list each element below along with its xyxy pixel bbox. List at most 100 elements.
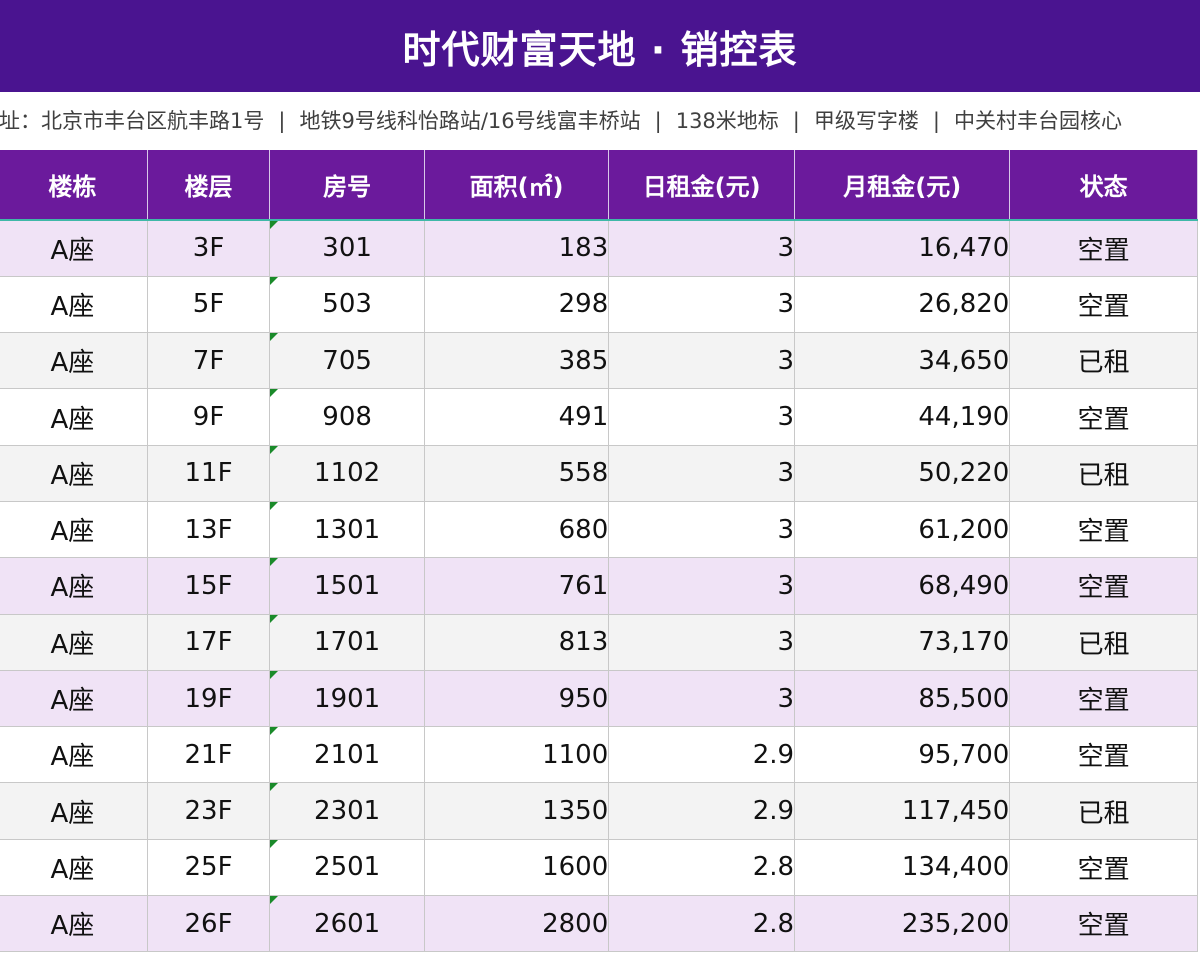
cell-status[interactable]: 已租 (1009, 614, 1198, 671)
cell-status[interactable]: 已租 (1009, 332, 1198, 390)
cell-monthly-rent[interactable]: 68,490 (794, 557, 1011, 615)
cell-status[interactable]: 空置 (1009, 220, 1198, 277)
cell-floor[interactable]: 5F (147, 276, 271, 334)
cell-building[interactable]: A座 (0, 670, 148, 728)
cell-status[interactable]: 空置 (1009, 501, 1198, 559)
cell-building[interactable]: A座 (0, 332, 148, 390)
cell-area[interactable]: 950 (424, 670, 610, 728)
cell-monthly-rent[interactable]: 95,700 (794, 726, 1011, 784)
cell-daily-rent[interactable]: 3 (608, 388, 796, 446)
cell-area[interactable]: 183 (424, 220, 610, 277)
cell-room[interactable]: 301 (269, 220, 425, 277)
cell-area[interactable]: 680 (424, 501, 610, 559)
cell-daily-rent[interactable]: 3 (608, 220, 796, 277)
cell-room[interactable]: 2301 (269, 782, 425, 840)
cell-daily-rent[interactable]: 3 (608, 614, 796, 671)
cell-daily-rent[interactable]: 3 (608, 332, 796, 390)
cell-floor[interactable]: 7F (147, 332, 271, 390)
cell-floor[interactable]: 17F (147, 614, 271, 671)
cell-floor[interactable]: 13F (147, 501, 271, 559)
sheet-title[interactable]: 时代财富天地 · 销控表 (403, 19, 798, 74)
cell-room[interactable]: 503 (269, 276, 425, 334)
cell-daily-rent[interactable]: 3 (608, 501, 796, 559)
cell-area[interactable]: 558 (424, 445, 610, 502)
cell-area[interactable]: 1350 (424, 782, 610, 840)
cell-building[interactable]: A座 (0, 388, 148, 446)
cell-monthly-rent[interactable]: 85,500 (794, 670, 1011, 728)
cell-building[interactable]: A座 (0, 614, 148, 671)
cell-room[interactable]: 1301 (269, 501, 425, 559)
cell-room[interactable]: 2101 (269, 726, 425, 784)
header-room[interactable]: 房号 (269, 150, 425, 221)
cell-monthly-rent[interactable]: 26,820 (794, 276, 1011, 334)
header-status[interactable]: 状态 (1009, 150, 1198, 221)
cell-floor[interactable]: 9F (147, 388, 271, 446)
cell-daily-rent[interactable]: 3 (608, 557, 796, 615)
cell-floor[interactable]: 19F (147, 670, 271, 728)
cell-room[interactable]: 1701 (269, 614, 425, 671)
cell-building[interactable]: A座 (0, 445, 148, 502)
cell-area[interactable]: 813 (424, 614, 610, 671)
cell-monthly-rent[interactable]: 44,190 (794, 388, 1011, 446)
cell-building[interactable]: A座 (0, 276, 148, 334)
cell-area[interactable]: 2800 (424, 895, 610, 953)
cell-floor[interactable]: 26F (147, 895, 271, 953)
cell-room[interactable]: 1102 (269, 445, 425, 502)
cell-monthly-rent[interactable]: 50,220 (794, 445, 1011, 502)
cell-area[interactable]: 298 (424, 276, 610, 334)
cell-daily-rent[interactable]: 3 (608, 445, 796, 502)
cell-building[interactable]: A座 (0, 726, 148, 784)
cell-area[interactable]: 1100 (424, 726, 610, 784)
cell-area[interactable]: 491 (424, 388, 610, 446)
cell-daily-rent[interactable]: 3 (608, 670, 796, 728)
header-area[interactable]: 面积(㎡) (424, 150, 610, 221)
cell-room[interactable]: 908 (269, 388, 425, 446)
cell-status[interactable]: 空置 (1009, 670, 1198, 728)
cell-status[interactable]: 空置 (1009, 726, 1198, 784)
cell-building[interactable]: A座 (0, 839, 148, 897)
cell-building[interactable]: A座 (0, 782, 148, 840)
cell-area[interactable]: 1600 (424, 839, 610, 897)
cell-area[interactable]: 761 (424, 557, 610, 615)
cell-area[interactable]: 385 (424, 332, 610, 390)
header-daily-rent[interactable]: 日租金(元) (608, 150, 796, 221)
cell-daily-rent[interactable]: 2.8 (608, 895, 796, 953)
cell-floor[interactable]: 21F (147, 726, 271, 784)
cell-monthly-rent[interactable]: 235,200 (794, 895, 1011, 953)
info-line[interactable]: 地址：北京市丰台区航丰路1号 | 地铁9号线科怡路站/16号线富丰桥站 | 138米地标… (0, 92, 1122, 150)
cell-daily-rent[interactable]: 2.9 (608, 782, 796, 840)
header-building[interactable]: 楼栋 (0, 150, 148, 221)
cell-floor[interactable]: 3F (147, 220, 271, 277)
cell-monthly-rent[interactable]: 117,450 (794, 782, 1011, 840)
cell-daily-rent[interactable]: 2.9 (608, 726, 796, 784)
cell-status[interactable]: 已租 (1009, 782, 1198, 840)
cell-building[interactable]: A座 (0, 895, 148, 953)
cell-daily-rent[interactable]: 3 (608, 276, 796, 334)
cell-room[interactable]: 2501 (269, 839, 425, 897)
cell-floor[interactable]: 11F (147, 445, 271, 502)
cell-status[interactable]: 空置 (1009, 557, 1198, 615)
cell-building[interactable]: A座 (0, 557, 148, 615)
cell-floor[interactable]: 15F (147, 557, 271, 615)
cell-monthly-rent[interactable]: 34,650 (794, 332, 1011, 390)
cell-monthly-rent[interactable]: 61,200 (794, 501, 1011, 559)
cell-monthly-rent[interactable]: 16,470 (794, 220, 1011, 277)
cell-status[interactable]: 空置 (1009, 276, 1198, 334)
cell-building[interactable]: A座 (0, 220, 148, 277)
header-monthly-rent[interactable]: 月租金(元) (794, 150, 1011, 221)
cell-status[interactable]: 空置 (1009, 839, 1198, 897)
cell-room[interactable]: 1901 (269, 670, 425, 728)
cell-monthly-rent[interactable]: 134,400 (794, 839, 1011, 897)
cell-monthly-rent[interactable]: 73,170 (794, 614, 1011, 671)
cell-room[interactable]: 2601 (269, 895, 425, 953)
cell-floor[interactable]: 23F (147, 782, 271, 840)
cell-room[interactable]: 705 (269, 332, 425, 390)
cell-status[interactable]: 空置 (1009, 895, 1198, 953)
cell-status[interactable]: 空置 (1009, 388, 1198, 446)
cell-daily-rent[interactable]: 2.8 (608, 839, 796, 897)
cell-room[interactable]: 1501 (269, 557, 425, 615)
cell-floor[interactable]: 25F (147, 839, 271, 897)
header-floor[interactable]: 楼层 (147, 150, 271, 221)
cell-status[interactable]: 已租 (1009, 445, 1198, 502)
cell-building[interactable]: A座 (0, 501, 148, 559)
